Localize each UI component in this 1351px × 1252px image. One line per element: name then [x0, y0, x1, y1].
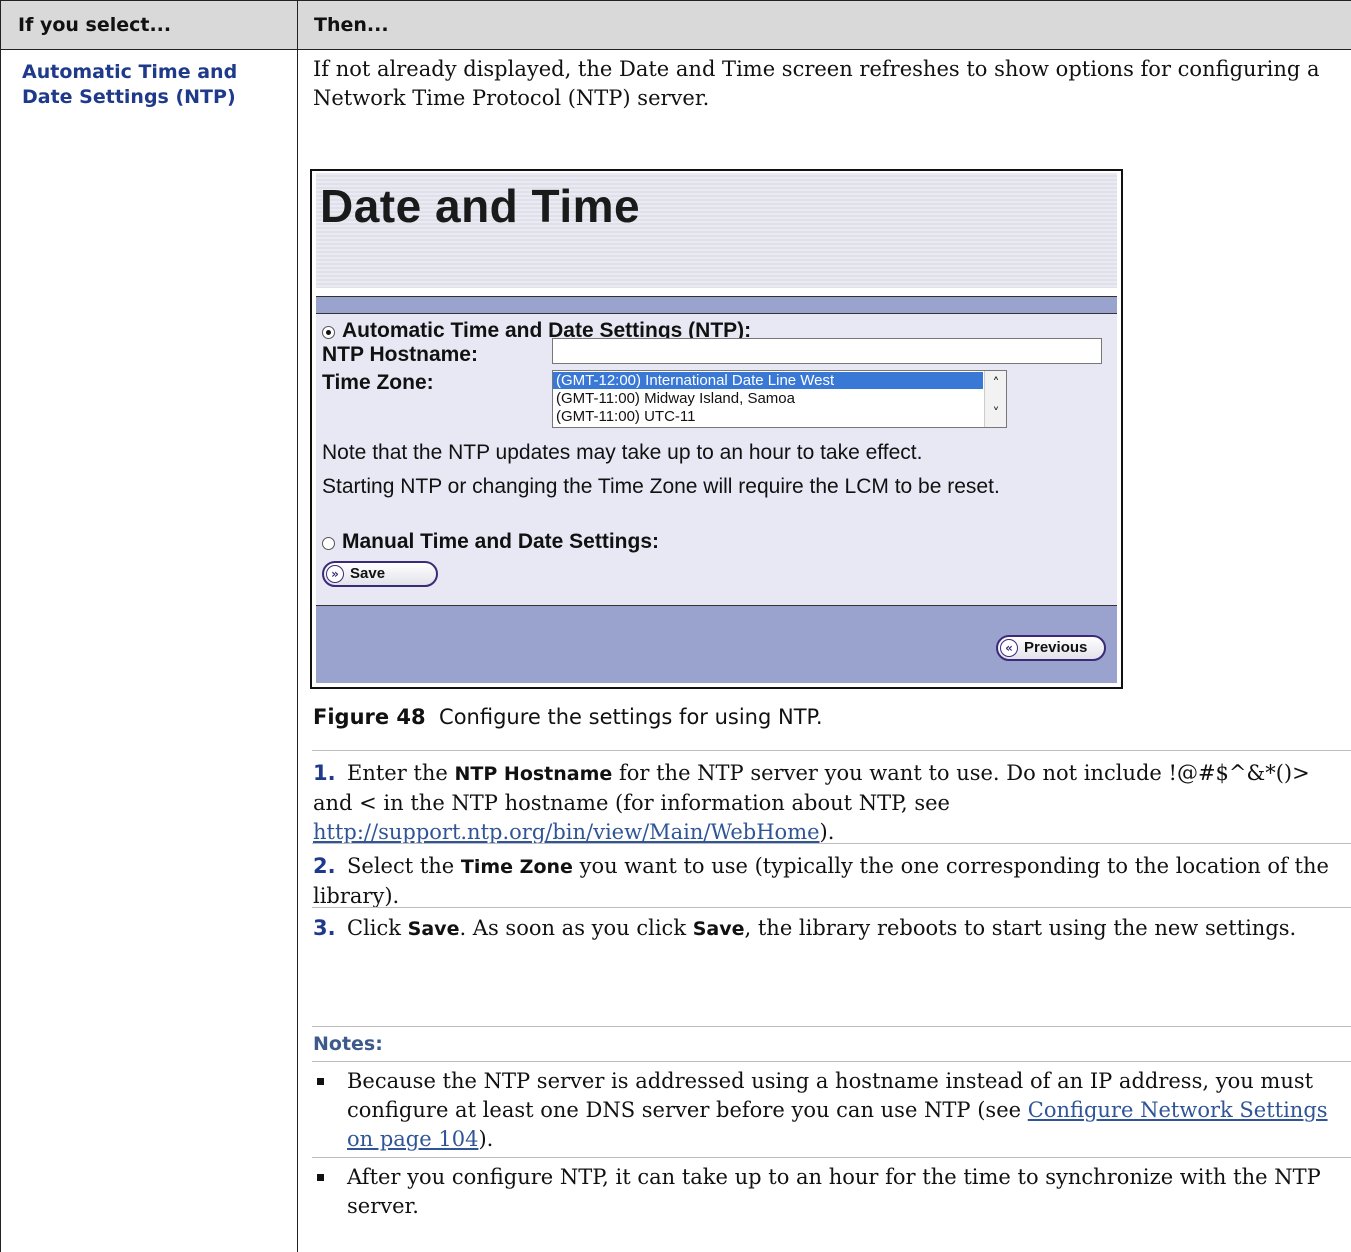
- step-text: Select the: [347, 854, 461, 878]
- screen-title: Date and Time: [320, 180, 641, 232]
- figure-caption: Figure 48 Configure the settings for usi…: [313, 705, 823, 729]
- step-number: 3.: [313, 916, 336, 940]
- ntp-note-2: Starting NTP or changing the Time Zone w…: [322, 475, 1000, 498]
- step-text: Enter the: [347, 761, 455, 785]
- step-1: 1. Enter the NTP Hostname for the NTP ser…: [313, 759, 1343, 847]
- divider: [312, 1061, 1351, 1062]
- scroll-down-icon[interactable]: ˅: [989, 407, 1003, 421]
- step-ui-term: Save: [692, 918, 745, 940]
- previous-button[interactable]: « Previous: [996, 635, 1106, 661]
- divider: [312, 907, 1351, 908]
- step-number: 2.: [313, 854, 336, 878]
- step-text: Click: [347, 916, 408, 940]
- step-text: ).: [819, 820, 835, 844]
- figure-caption-text: Configure the settings for using NTP.: [439, 705, 823, 729]
- manual-time-label: Manual Time and Date Settings:: [342, 530, 659, 553]
- timezone-option[interactable]: (GMT-11:00) UTC-11: [553, 408, 983, 425]
- date-time-screenshot: Date and Time Automatic Time and Date Se…: [310, 169, 1123, 689]
- screen-top-band: [316, 296, 1117, 314]
- step-ui-term: Save: [407, 918, 460, 940]
- column-divider: [297, 0, 298, 1252]
- note-text: ).: [478, 1127, 494, 1151]
- divider: [312, 750, 1351, 751]
- hostname-label: NTP Hostname:: [322, 343, 478, 366]
- bullet-icon: [317, 1078, 324, 1085]
- step-2: 2. Select the Time Zone you want to use (…: [313, 852, 1343, 911]
- timezone-option[interactable]: (GMT-11:00) Midway Island, Samoa: [553, 390, 983, 407]
- ntp-note-1: Note that the NTP updates may take up to…: [322, 441, 923, 464]
- step-number: 1.: [313, 761, 336, 785]
- bullet-icon: [317, 1174, 324, 1181]
- note-item-2: After you configure NTP, it can take up …: [313, 1163, 1343, 1221]
- step-text: . As soon as you click: [459, 916, 693, 940]
- divider: [312, 843, 1351, 844]
- notes-heading: Notes:: [313, 1033, 383, 1055]
- ntp-hostname-input[interactable]: [552, 338, 1102, 364]
- figure-number: Figure 48: [313, 705, 426, 729]
- double-chevron-right-icon: »: [326, 565, 344, 583]
- save-button[interactable]: » Save: [322, 561, 438, 587]
- header-then: Then...: [314, 14, 389, 36]
- step-3: 3. Click Save. As soon as you click Save,…: [313, 914, 1343, 944]
- manual-time-radio[interactable]: [322, 537, 335, 550]
- screen-title-bar: Date and Time: [316, 173, 1117, 288]
- table-left-border: [0, 0, 1, 1252]
- step-ui-term: Time Zone: [460, 856, 573, 878]
- note-text: After you configure NTP, it can take up …: [347, 1165, 1321, 1218]
- table-header-row: If you select... Then...: [0, 0, 1351, 50]
- double-chevron-left-icon: «: [1000, 639, 1018, 657]
- timezone-label: Time Zone:: [322, 371, 434, 394]
- timezone-option[interactable]: (GMT-12:00) International Date Line West: [553, 372, 983, 389]
- divider: [312, 1157, 1351, 1158]
- row-intro-text: If not already displayed, the Date and T…: [313, 57, 1320, 110]
- note-item-1: Because the NTP server is addressed usin…: [313, 1067, 1343, 1154]
- step-text: , the library reboots to start using the…: [744, 916, 1297, 940]
- ntp-webhome-link[interactable]: http://support.ntp.org/bin/view/Main/Web…: [313, 820, 820, 844]
- divider: [312, 1026, 1351, 1027]
- procedure-table: If you select... Then... Automatic Time …: [0, 0, 1351, 1252]
- scroll-up-icon[interactable]: ˄: [989, 377, 1003, 391]
- timezone-scrollbar[interactable]: ˄ ˅: [984, 371, 1006, 427]
- row-option-label: Automatic Time and Date Settings (NTP): [22, 61, 238, 108]
- step-ui-term: NTP Hostname: [454, 763, 613, 785]
- auto-ntp-radio[interactable]: [322, 326, 335, 339]
- timezone-listbox[interactable]: (GMT-12:00) International Date Line West…: [552, 370, 1007, 428]
- header-if-you-select: If you select...: [18, 14, 172, 36]
